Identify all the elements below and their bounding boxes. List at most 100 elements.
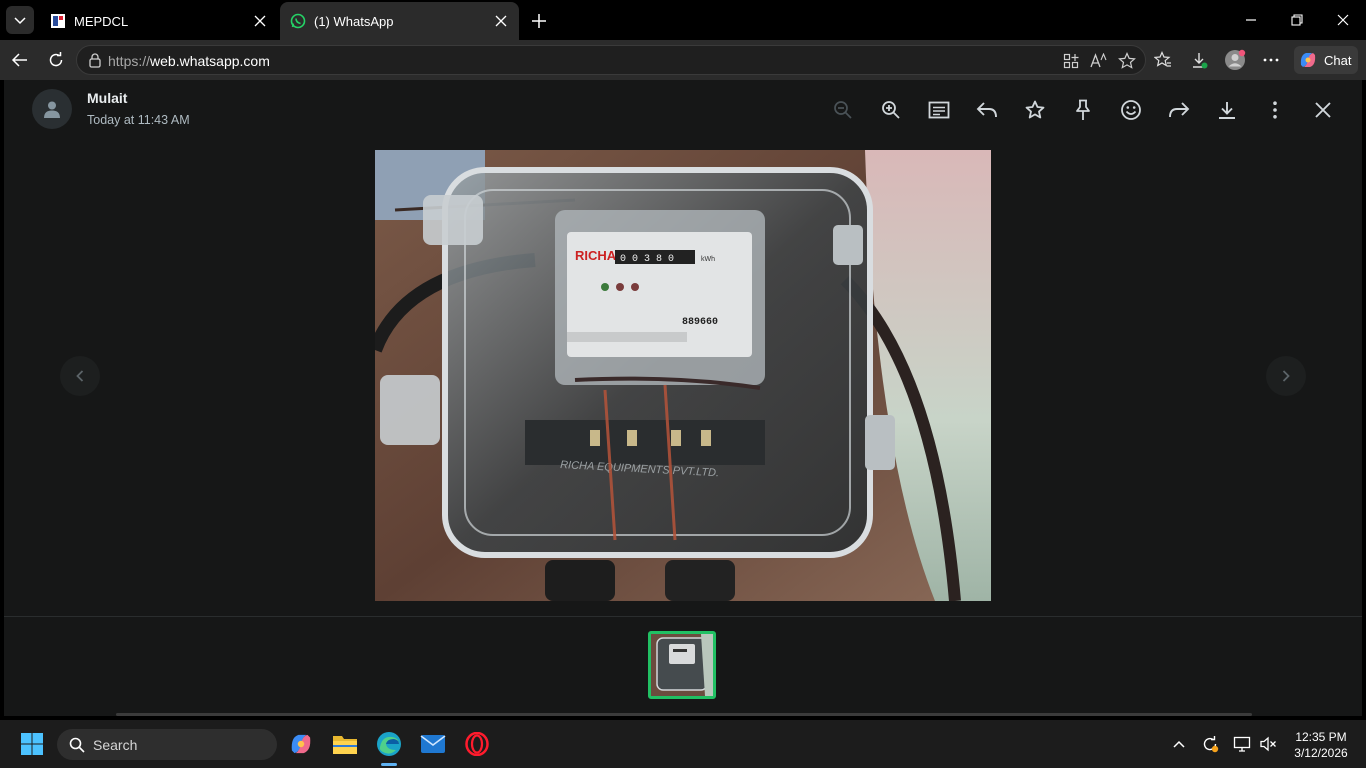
avatar[interactable] xyxy=(32,89,72,129)
system-clock[interactable]: 12:35 PM 3/12/2026 xyxy=(1286,729,1356,761)
start-button[interactable] xyxy=(16,728,48,760)
refresh-button[interactable] xyxy=(42,46,70,74)
favorites-button[interactable] xyxy=(1149,46,1177,74)
apps-icon xyxy=(1063,53,1079,69)
emoji-icon xyxy=(1121,100,1141,120)
profile-button[interactable] xyxy=(1221,46,1249,74)
download-icon xyxy=(1193,53,1208,69)
window-close-button[interactable] xyxy=(1320,6,1366,34)
lock-icon xyxy=(89,53,101,68)
pin-icon xyxy=(1076,99,1090,120)
sync-icon xyxy=(1203,736,1219,753)
sync-status-button[interactable] xyxy=(1200,734,1220,754)
caption-button[interactable] xyxy=(926,97,952,123)
close-icon xyxy=(254,15,266,27)
star-button[interactable] xyxy=(1022,97,1048,123)
browser-toolbar: https://web.whatsapp.com Chat xyxy=(0,40,1366,80)
forward-icon xyxy=(1169,102,1190,118)
search-icon xyxy=(69,737,85,753)
read-aloud-icon xyxy=(1090,53,1107,68)
message-timestamp: Today at 11:43 AM xyxy=(87,113,190,127)
tab-close-button[interactable] xyxy=(493,13,509,29)
favorite-page-button[interactable] xyxy=(1117,51,1137,71)
pin-button[interactable] xyxy=(1070,97,1096,123)
taskbar-search[interactable]: Search xyxy=(57,729,277,760)
network-icon xyxy=(1233,736,1251,752)
meter-reading: 0 0 3 8 0 xyxy=(620,254,674,265)
restore-button[interactable] xyxy=(1274,6,1320,34)
active-app-indicator xyxy=(381,763,397,766)
zoom-out-button[interactable] xyxy=(830,97,856,123)
media-thumbnail[interactable] xyxy=(648,631,716,699)
taskbar-copilot[interactable] xyxy=(285,728,317,760)
read-aloud-button[interactable] xyxy=(1089,51,1109,71)
meter-brand: RICHA xyxy=(575,248,617,263)
close-icon xyxy=(1315,102,1331,118)
tab-title: (1) WhatsApp xyxy=(314,13,394,29)
tab-actions-button[interactable] xyxy=(6,6,34,34)
refresh-icon xyxy=(49,52,63,67)
more-horizontal-icon xyxy=(1263,58,1279,62)
next-media-button[interactable] xyxy=(1266,356,1306,396)
chat-label: Chat xyxy=(1324,52,1352,68)
settings-more-button[interactable] xyxy=(1257,46,1285,74)
download-icon xyxy=(1219,102,1235,119)
mepdcl-favicon-icon xyxy=(51,14,65,28)
favorites-icon xyxy=(1154,51,1171,67)
chevron-left-icon xyxy=(76,370,84,382)
clock-date: 3/12/2026 xyxy=(1294,746,1348,760)
forward-button[interactable] xyxy=(1166,97,1192,123)
address-bar[interactable]: https://web.whatsapp.com xyxy=(76,45,1146,75)
chevron-right-icon xyxy=(1282,370,1290,382)
show-hidden-icons-button[interactable] xyxy=(1169,734,1189,754)
app-available-button[interactable] xyxy=(1061,51,1081,71)
arrow-left-icon xyxy=(11,53,27,67)
chevron-down-icon xyxy=(14,17,26,25)
tab-title: MEPDCL xyxy=(74,13,129,29)
edge-icon xyxy=(377,732,401,756)
copilot-chat-button[interactable]: Chat xyxy=(1294,46,1358,74)
more-options-button[interactable] xyxy=(1262,97,1288,123)
react-button[interactable] xyxy=(1118,97,1144,123)
meter-serial: 889660 xyxy=(682,317,718,328)
volume-button[interactable] xyxy=(1258,734,1278,754)
taskbar-opera[interactable] xyxy=(461,728,493,760)
new-tab-button[interactable] xyxy=(526,8,552,34)
address-url: https://web.whatsapp.com xyxy=(108,53,270,69)
network-button[interactable] xyxy=(1232,734,1252,754)
taskbar-file-explorer[interactable] xyxy=(329,728,361,760)
folder-icon xyxy=(333,736,357,754)
electricity-meter-photo: RICHA 0 0 3 8 0 kWh 889660 RICHA EQUIPME… xyxy=(375,150,991,601)
tab-close-button[interactable] xyxy=(252,13,268,29)
close-viewer-button[interactable] xyxy=(1310,97,1336,123)
mail-icon xyxy=(420,735,446,753)
meter-unit: kWh xyxy=(701,256,715,263)
zoom-out-icon xyxy=(834,101,852,119)
download-button[interactable] xyxy=(1214,97,1240,123)
caption-icon xyxy=(928,101,950,119)
media-viewer: Mulait Today at 11:43 AM RICHA 0 0 3 8 0… xyxy=(4,80,1362,716)
plus-icon xyxy=(532,14,546,28)
zoom-in-button[interactable] xyxy=(878,97,904,123)
sender-name[interactable]: Mulait xyxy=(87,90,127,106)
thumbnail-strip xyxy=(4,616,1362,716)
tab-mepdcl[interactable]: MEPDCL xyxy=(40,2,278,40)
reply-button[interactable] xyxy=(974,97,1000,123)
star-icon xyxy=(1025,100,1045,119)
minimize-button[interactable] xyxy=(1228,6,1274,34)
downloads-button[interactable] xyxy=(1185,46,1213,74)
chevron-up-icon xyxy=(1173,740,1185,748)
opera-icon xyxy=(465,732,489,756)
horizontal-scrollbar[interactable] xyxy=(116,713,1252,716)
tab-bar: MEPDCL (1) WhatsApp xyxy=(0,0,1366,40)
tab-whatsapp[interactable]: (1) WhatsApp xyxy=(280,2,519,40)
previous-media-button[interactable] xyxy=(60,356,100,396)
copilot-icon xyxy=(291,734,311,754)
media-image[interactable]: RICHA 0 0 3 8 0 kWh 889660 RICHA EQUIPME… xyxy=(375,150,991,601)
taskbar-edge[interactable] xyxy=(373,728,405,760)
avatar-icon xyxy=(1225,49,1246,70)
clock-time: 12:35 PM xyxy=(1295,730,1347,744)
back-button[interactable] xyxy=(6,46,34,74)
close-icon xyxy=(1337,14,1349,26)
taskbar-mail[interactable] xyxy=(417,728,449,760)
